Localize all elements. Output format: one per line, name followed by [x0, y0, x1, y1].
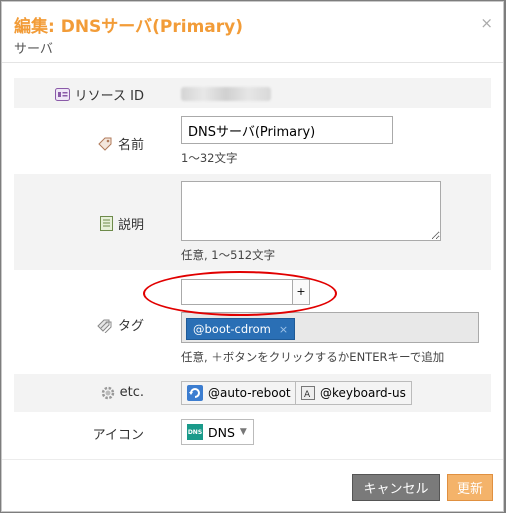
icon-select[interactable]: DNS DNS ▼	[181, 419, 254, 445]
description-hint: 任意, 1〜512文字	[181, 248, 276, 262]
dialog-subtitle: サーバ	[14, 42, 53, 57]
notebook-icon	[99, 216, 113, 231]
row-description: 説明 任意, 1〜512文字	[14, 174, 491, 270]
dns-logo-icon: DNS	[187, 424, 203, 440]
row-tags: タグ + @boot-cdrom × 任意, ＋ボタンをクリックするかENTER…	[14, 274, 491, 370]
row-icon: アイコン DNS DNS ▼	[14, 416, 491, 448]
close-icon[interactable]: ×	[480, 14, 493, 32]
id-card-icon	[54, 88, 70, 101]
remove-tag-icon[interactable]: ×	[279, 323, 288, 336]
reboot-icon	[187, 385, 203, 401]
name-label: 名前	[97, 134, 144, 153]
etc-label: etc.	[101, 385, 144, 400]
tags-icon	[97, 319, 112, 333]
dialog-title: 編集: DNSサーバ(Primary)	[14, 17, 243, 37]
description-label: 説明	[99, 214, 144, 233]
svg-text:A: A	[304, 390, 311, 400]
gear-icon	[101, 386, 114, 399]
resource-id-value-blurred	[181, 87, 271, 101]
header-divider	[2, 62, 503, 63]
edit-dialog: 編集: DNSサーバ(Primary) サーバ × リソース ID 名前 1〜3…	[1, 1, 504, 512]
add-tag-button[interactable]: +	[292, 279, 310, 305]
chevron-down-icon: ▼	[239, 427, 247, 437]
tag-chip: @boot-cdrom ×	[186, 318, 296, 340]
price-tag-icon	[98, 137, 112, 151]
row-resource-id: リソース ID	[14, 78, 491, 108]
row-name: 名前 1〜32文字	[14, 112, 491, 170]
keyboard-us-button[interactable]: A @keyboard-us	[295, 381, 412, 405]
update-button[interactable]: 更新	[447, 474, 493, 501]
tags-hint: 任意, ＋ボタンをクリックするかENTERキーで追加	[181, 350, 445, 364]
tags-label: タグ	[97, 315, 144, 334]
row-etc: etc. @auto-reboot A @keyboard-us	[14, 374, 491, 412]
name-hint: 1〜32文字	[181, 151, 238, 165]
icon-label: アイコン	[92, 428, 144, 443]
tag-list: @boot-cdrom ×	[181, 312, 479, 343]
tag-input[interactable]	[181, 279, 293, 305]
keyboard-icon: A	[301, 386, 315, 400]
resource-id-label: リソース ID	[54, 85, 144, 104]
description-textarea[interactable]	[181, 181, 441, 241]
cancel-button[interactable]: キャンセル	[352, 474, 440, 501]
auto-reboot-button[interactable]: @auto-reboot	[181, 381, 297, 405]
name-input[interactable]	[181, 116, 393, 144]
footer-divider	[2, 459, 503, 460]
